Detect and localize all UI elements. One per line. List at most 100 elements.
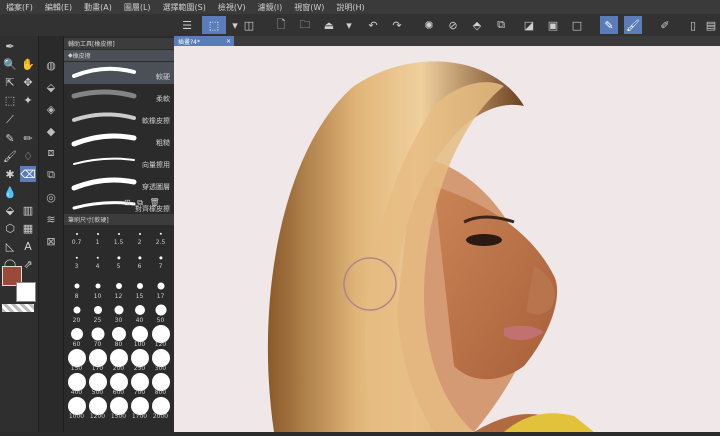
brush-size-option[interactable]: 50 (150, 300, 171, 324)
pen-active-icon[interactable]: ✎ (600, 16, 618, 34)
trash-icon[interactable]: 🗑 (150, 198, 160, 207)
hamburger-icon[interactable]: ☰ (178, 16, 196, 34)
brush-size-option[interactable]: 400 (66, 372, 87, 396)
new-file-icon[interactable]: 🗋 (272, 16, 290, 34)
menu-view[interactable]: 檢視(V) (212, 2, 252, 13)
brush-size-option[interactable]: 3 (66, 252, 87, 276)
pencil-icon[interactable]: ✏ (20, 130, 36, 146)
brush-size-option[interactable]: 170 (87, 348, 108, 372)
menu-window[interactable]: 視窗(W) (288, 2, 330, 13)
brush-size-option[interactable]: 700 (129, 372, 150, 396)
gradient-icon[interactable]: ▥ (20, 202, 36, 218)
copy-icon[interactable]: ⧉ (137, 198, 143, 207)
menu-file[interactable]: 檔案(F) (0, 2, 39, 13)
select-layer-icon[interactable]: ⬚ (202, 16, 226, 34)
move-icon[interactable]: ✥ (20, 74, 36, 90)
eraser-stack-icon[interactable]: ≋ (42, 210, 60, 228)
pen-icon[interactable]: ✒ (2, 38, 18, 54)
brush-size-option[interactable]: 60 (66, 324, 87, 348)
eraser-extra-icon[interactable]: ◎ (42, 188, 60, 206)
airbrush-icon[interactable]: ♢ (20, 148, 36, 164)
brush-size-option[interactable]: 4 (87, 252, 108, 276)
brush-icon[interactable]: 🖌 (2, 148, 18, 164)
brush-size-option[interactable]: 17 (150, 276, 171, 300)
menu-layer[interactable]: 圖層(L) (118, 2, 157, 13)
brush-size-option[interactable]: 15 (129, 276, 150, 300)
chevron-down-icon[interactable]: ▾ (340, 16, 358, 34)
brush-size-option[interactable]: 12 (108, 276, 129, 300)
ruler-icon[interactable]: ▦ (20, 220, 36, 236)
fill-icon[interactable]: ⬘ (468, 16, 486, 34)
operation-icon[interactable]: ⇱ (2, 74, 18, 90)
brush-item-hard[interactable]: 較硬 (64, 62, 174, 84)
brush-size-option[interactable]: 500 (87, 372, 108, 396)
decoration-icon[interactable]: ✱ (2, 166, 18, 182)
eraser-hard-icon[interactable]: ⬙ (42, 78, 60, 96)
device-icon[interactable]: ▯ (684, 16, 702, 34)
brush-size-option[interactable]: 1.5 (108, 228, 129, 252)
brush-size-option[interactable]: 250 (129, 348, 150, 372)
brush-size-option[interactable]: 800 (150, 372, 171, 396)
brush-size-option[interactable]: 40 (129, 300, 150, 324)
frame-icon[interactable]: ◺ (2, 238, 18, 254)
eraser-snap-icon[interactable]: ⧉ (42, 166, 60, 184)
layer-icon[interactable]: ◫ (240, 16, 258, 34)
brush-size-option[interactable]: 25 (87, 300, 108, 324)
brush-size-option[interactable]: 100 (129, 324, 150, 348)
brush-size-option[interactable]: 80 (108, 324, 129, 348)
grid-icon[interactable]: ▤ (702, 16, 720, 34)
hand-icon[interactable]: ✋ (20, 56, 36, 72)
portrait-canvas[interactable] (174, 36, 720, 432)
brush-size-option[interactable]: 200 (108, 348, 129, 372)
figure-icon[interactable]: ⬡ (2, 220, 18, 236)
brush-size-option[interactable]: 10 (87, 276, 108, 300)
eraser-layer-icon[interactable]: ⧈ (42, 144, 60, 162)
text-icon[interactable]: A (20, 238, 36, 254)
layer-mask-icon[interactable]: □ (568, 16, 586, 34)
pen-tool-icon[interactable]: ✎ (2, 130, 18, 146)
brush-item-layer[interactable]: 穿透圖層 (64, 172, 174, 194)
ruler-pen-icon[interactable]: ✐ (656, 16, 674, 34)
brush-size-option[interactable]: 6 (129, 252, 150, 276)
eraser-icon[interactable]: ⌫ (20, 166, 36, 182)
transform-icon[interactable]: ◪ (520, 16, 538, 34)
deselect-icon[interactable]: ✺ (420, 16, 438, 34)
brush-size-option[interactable]: 150 (66, 348, 87, 372)
menu-filter[interactable]: 濾鏡(I) (252, 2, 289, 13)
open-folder-icon[interactable]: 🗀 (296, 16, 314, 34)
brush-size-option[interactable]: 1700 (129, 396, 150, 420)
menu-edit[interactable]: 編輯(E) (39, 2, 78, 13)
undo-icon[interactable]: ↶ (364, 16, 382, 34)
blend-icon[interactable]: 💧 (2, 184, 18, 200)
redo-icon[interactable]: ↷ (388, 16, 406, 34)
brush-item-vector[interactable]: 向量擦用 (64, 150, 174, 172)
eraser-vector-icon[interactable]: ◆ (42, 122, 60, 140)
brush-size-option[interactable]: 300 (150, 348, 171, 372)
eraser-group-icon[interactable]: ◍ (42, 56, 60, 74)
brush-size-option[interactable]: 1000 (66, 396, 87, 420)
brush-active-icon[interactable]: 🖌 (624, 16, 642, 34)
brush-size-option[interactable]: 600 (108, 372, 129, 396)
correct-line-icon[interactable]: ⇗ (20, 256, 36, 272)
canvas-tab[interactable]: 插畫?4* × (174, 36, 234, 46)
brush-size-option[interactable]: 2.5 (150, 228, 171, 252)
close-icon[interactable]: × (226, 38, 231, 45)
brush-item-soft[interactable]: 柔軟 (64, 84, 174, 106)
clear-icon[interactable]: ⊘ (444, 16, 462, 34)
brush-item-kneaded[interactable]: 軟橡皮擦 (64, 106, 174, 128)
brush-size-option[interactable]: 2000 (150, 396, 171, 420)
magic-wand-icon[interactable]: ✦ (20, 92, 36, 108)
eraser-soft-icon[interactable]: ◈ (42, 100, 60, 118)
crop-icon[interactable]: ⧉ (492, 16, 510, 34)
brush-size-option[interactable]: 70 (87, 324, 108, 348)
eraser-group-label[interactable]: ◆ 橡皮擦 (64, 50, 174, 61)
brush-size-option[interactable]: 2 (129, 228, 150, 252)
brush-size-option[interactable]: 5 (108, 252, 129, 276)
brush-size-option[interactable]: 1 (87, 228, 108, 252)
eyedropper-icon[interactable]: ⟋ (2, 112, 18, 128)
brush-size-option[interactable]: 30 (108, 300, 129, 324)
menu-help[interactable]: 說明(H) (330, 2, 370, 13)
zoom-icon[interactable]: 🔍 (2, 56, 18, 72)
brush-size-option[interactable]: 8 (66, 276, 87, 300)
sub-color-swatch[interactable] (16, 282, 36, 302)
